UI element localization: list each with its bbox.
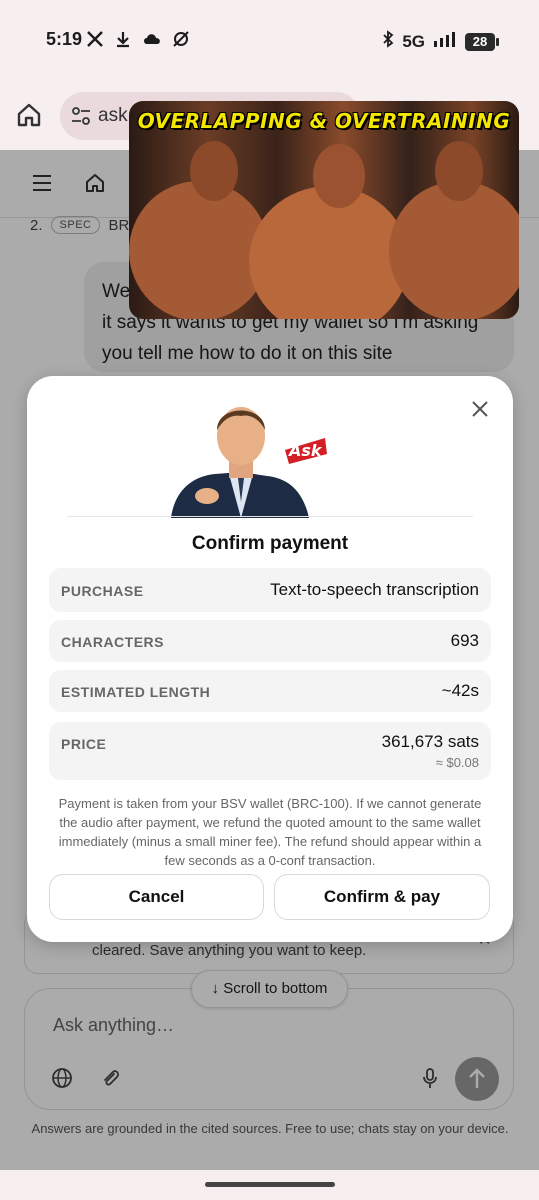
cancel-button[interactable]: Cancel [49,874,264,920]
row-value: Text-to-speech transcription [270,580,479,599]
row-label: PURCHASE [61,583,144,599]
confirm-payment-dialog: Ask Satoshi Confirm payment PURCHASE Tex… [27,376,513,942]
url-text: ask [98,105,128,126]
cloud-icon [142,30,162,53]
battery-icon: 28 [465,32,499,51]
confirm-pay-button[interactable]: Confirm & pay [274,874,490,920]
estimated-length-row: ESTIMATED LENGTH ~42s [49,670,491,712]
payment-disclaimer: Payment is taken from your BSV wallet (B… [58,796,482,868]
divider [67,516,473,517]
row-value: ~42s [441,681,479,700]
close-icon[interactable] [467,396,493,422]
row-label: ESTIMATED LENGTH [61,684,211,700]
characters-row: CHARACTERS 693 [49,620,491,662]
browser-home-icon[interactable] [14,100,44,130]
video-frame-image [129,141,519,319]
purchase-row: PURCHASE Text-to-speech transcription [49,568,491,612]
video-title: OVERLAPPING & OVERTRAINING [137,109,511,133]
sync-off-icon [172,30,190,53]
row-value: 693 [450,631,479,650]
row-label: PRICE [61,736,107,752]
logo-wordmark: Ask Satoshi [287,441,371,460]
price-value: 361,673 sats [381,732,479,751]
price-usd: ≈ $0.08 [435,755,479,770]
status-time: 5:19 [46,29,83,49]
row-label: CHARACTERS [61,634,164,650]
x-app-icon [86,30,104,53]
price-row: PRICE 361,673 sats ≈ $0.08 [49,722,491,780]
network-type: 5G [402,31,425,51]
dialog-title: Confirm payment [191,533,349,554]
video-pip[interactable]: OVERLAPPING & OVERTRAINING [129,101,519,319]
ask-satoshi-logo: Ask Satoshi [171,392,395,518]
site-settings-icon[interactable] [70,105,92,127]
signal-icon [433,31,457,52]
download-icon [114,30,132,53]
bluetooth-icon [382,30,394,53]
status-bar: 5:19 5G 28 [0,0,539,80]
system-nav-bar [0,1170,539,1200]
gesture-handle[interactable] [205,1182,335,1187]
